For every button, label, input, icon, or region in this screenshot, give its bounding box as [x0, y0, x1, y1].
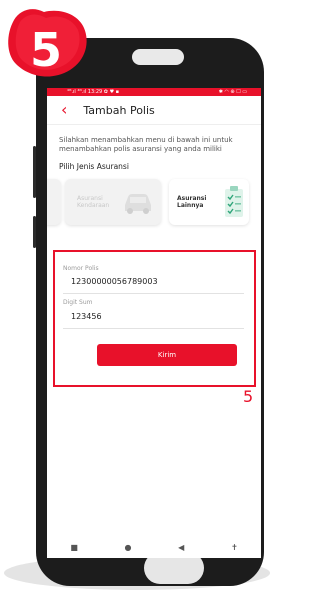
policy-form: Nomor Polis 12300000056789003 Digit Sum … [53, 250, 256, 387]
status-bar: ⁴ᴳ.ıl ⁴ᴳ.ıl 13:29 ✿ ♥ ▪ ✱ ◠ ⊕ ☐ ▭ [47, 88, 261, 96]
step-badge-number: 5 [30, 23, 62, 77]
recent-apps-icon[interactable]: ■ [70, 543, 78, 552]
insurance-card-other[interactable]: Asuransi Lainnya [169, 179, 249, 225]
digit-sum-underline [63, 328, 244, 329]
digit-sum-input[interactable]: 123456 [71, 312, 102, 321]
description-text: Silahkan menambahkan menu di bawah ini u… [59, 136, 233, 153]
app-header: ‹ Tambah Polis [47, 96, 261, 125]
step-badge: 5 [8, 9, 87, 77]
android-nav-bar: ■ ● ◀ ✝ [47, 536, 261, 558]
back-triangle-icon[interactable]: ◀ [178, 543, 184, 552]
policy-number-underline [63, 293, 244, 294]
section-title: Pilih Jenis Asuransi [59, 162, 129, 171]
car-icon [125, 194, 151, 214]
insurance-card-other-label: Asuransi Lainnya [177, 195, 207, 209]
policy-number-label: Nomor Polis [63, 265, 99, 272]
step-annotation: 5 [243, 387, 254, 406]
volume-button [33, 146, 36, 198]
status-bar-left: ⁴ᴳ.ıl ⁴ᴳ.ıl 13:29 ✿ ♥ ▪ [67, 89, 120, 95]
power-button [33, 216, 36, 248]
policy-number-input[interactable]: 12300000056789003 [71, 277, 158, 286]
home-circle-icon[interactable]: ● [125, 543, 132, 552]
digit-sum-label: Digit Sum [63, 299, 93, 306]
app-screen: ⁴ᴳ.ıl ⁴ᴳ.ıl 13:29 ✿ ♥ ▪ ✱ ◠ ⊕ ☐ ▭ ‹ Tamb… [47, 88, 261, 558]
page-title: Tambah Polis [83, 103, 155, 117]
accessibility-icon[interactable]: ✝ [231, 543, 238, 552]
submit-button[interactable]: Kirim [97, 344, 237, 366]
insurance-card-vehicle[interactable]: Asuransi Kendaraan [65, 179, 161, 225]
status-bar-right: ✱ ◠ ⊕ ☐ ▭ [218, 89, 247, 95]
checklist-icon [225, 186, 243, 217]
insurance-type-carousel[interactable]: Asuransi Kendaraan Asuransi Lainnya [47, 179, 261, 227]
earpiece-speaker [132, 49, 184, 65]
back-arrow-icon[interactable]: ‹ [61, 102, 67, 118]
insurance-card-partial[interactable] [47, 179, 61, 225]
insurance-card-vehicle-label: Asuransi Kendaraan [77, 195, 110, 209]
